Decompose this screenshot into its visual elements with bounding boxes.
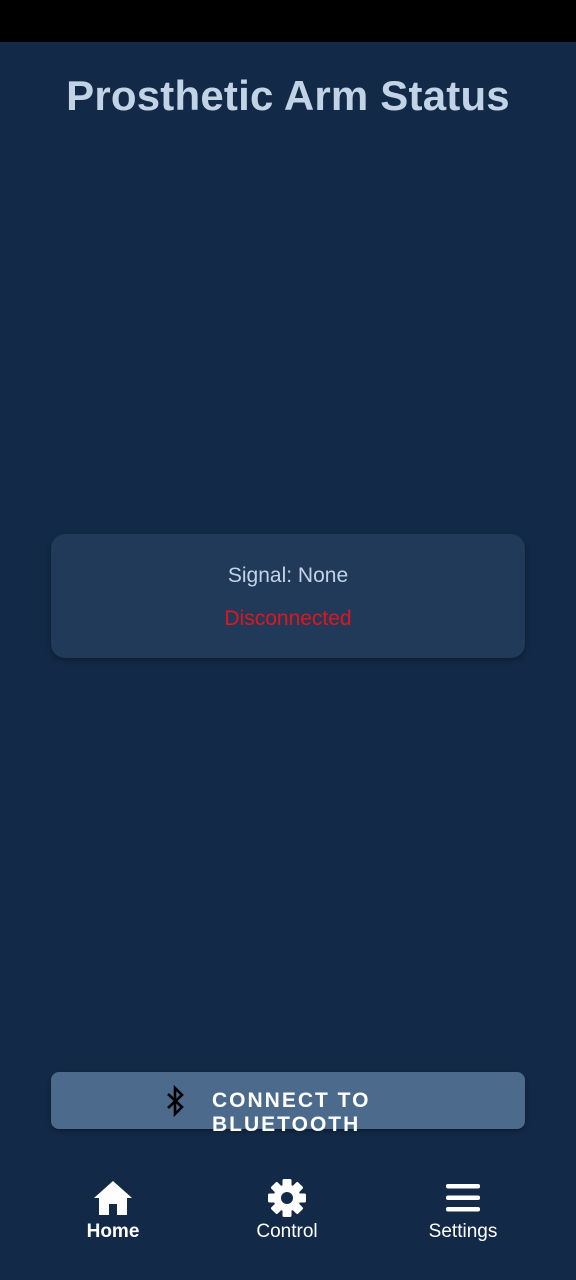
nav-item-control[interactable]: Control: [191, 1160, 383, 1260]
nav-item-home[interactable]: Home: [17, 1160, 209, 1260]
page-title: Prosthetic Arm Status: [66, 72, 510, 119]
connection-status-text: Disconnected: [224, 607, 352, 630]
signal-status-text: Signal: None: [227, 564, 349, 587]
app-screen: Prosthetic Arm Status Signal: None Disco…: [0, 0, 576, 1280]
bottom-navigation: Home Control Settings: [0, 1160, 576, 1280]
nav-label-control: Control: [256, 1221, 318, 1242]
menu-icon: [446, 1184, 480, 1212]
nav-label-home: Home: [86, 1221, 140, 1242]
status-card: Signal: None Disconnected: [51, 534, 525, 658]
connect-bluetooth-button[interactable]: CONNECT TO BLUETOOTH: [51, 1072, 525, 1136]
home-icon: [94, 1181, 132, 1215]
bluetooth-icon: [167, 1085, 184, 1117]
gear-icon: [268, 1179, 306, 1217]
nav-label-settings: Settings: [428, 1221, 498, 1242]
nav-item-settings[interactable]: Settings: [367, 1160, 559, 1260]
status-bar: [0, 0, 576, 42]
connect-bluetooth-label: CONNECT TO BLUETOOTH: [212, 1089, 371, 1136]
